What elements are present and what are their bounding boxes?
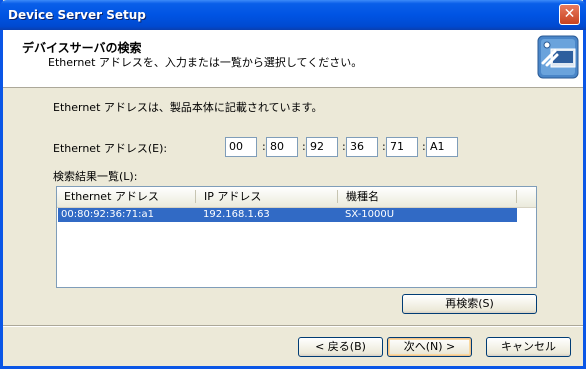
mac-address-label: Ethernet アドレス(E): xyxy=(53,142,168,155)
window-title: Device Server Setup xyxy=(8,8,146,22)
results-list-label: 検索結果一覧(L): xyxy=(53,170,138,183)
research-button[interactable]: 再検索(S) xyxy=(402,294,537,314)
column-divider[interactable] xyxy=(195,190,196,203)
column-header-model[interactable]: 機種名 xyxy=(339,187,517,206)
device-server-icon xyxy=(537,35,579,79)
results-list[interactable]: Ethernet アドレス IP アドレス 機種名 00:80:92:36:71… xyxy=(56,186,537,288)
header-subtitle: Ethernet アドレスを、入力または一覧から選択してください。 xyxy=(48,56,363,69)
column-header-ethernet[interactable]: Ethernet アドレス xyxy=(57,187,194,206)
mac-octet-6[interactable]: A1 xyxy=(426,137,458,157)
dialog-window: Device Server Setup ✕ デバイスサーバの検索 Etherne… xyxy=(0,0,586,369)
mac-octet-4[interactable]: 36 xyxy=(346,137,378,157)
close-button[interactable]: ✕ xyxy=(559,4,580,25)
list-row-selected[interactable]: 00:80:92:36:71:a1 192.168.1.63 SX-1000U xyxy=(58,208,517,222)
mac-octet-2[interactable]: 80 xyxy=(266,137,298,157)
wizard-header: デバイスサーバの検索 Ethernet アドレスを、入力または一覧から選択してく… xyxy=(3,30,583,88)
mac-octet-1[interactable]: 00 xyxy=(225,137,257,157)
info-text: Ethernet アドレスは、製品本体に記載されています。 xyxy=(53,101,323,114)
list-header: Ethernet アドレス IP アドレス 機種名 xyxy=(57,187,536,208)
title-bar[interactable]: Device Server Setup ✕ xyxy=(0,0,586,30)
cell-ip: 192.168.1.63 xyxy=(203,209,270,220)
cancel-button[interactable]: キャンセル xyxy=(486,337,571,357)
footer-divider xyxy=(3,325,583,327)
mac-octet-3[interactable]: 92 xyxy=(306,137,338,157)
close-icon: ✕ xyxy=(563,6,576,22)
column-header-ip[interactable]: IP アドレス xyxy=(197,187,337,206)
cell-model: SX-1000U xyxy=(345,209,395,220)
mac-octet-5[interactable]: 71 xyxy=(386,137,418,157)
back-button[interactable]: < 戻る(B) xyxy=(298,337,383,357)
cell-ethernet: 00:80:92:36:71:a1 xyxy=(61,209,154,220)
column-divider[interactable] xyxy=(516,190,517,203)
column-divider[interactable] xyxy=(337,190,338,203)
next-button[interactable]: 次へ(N) > xyxy=(387,337,472,357)
